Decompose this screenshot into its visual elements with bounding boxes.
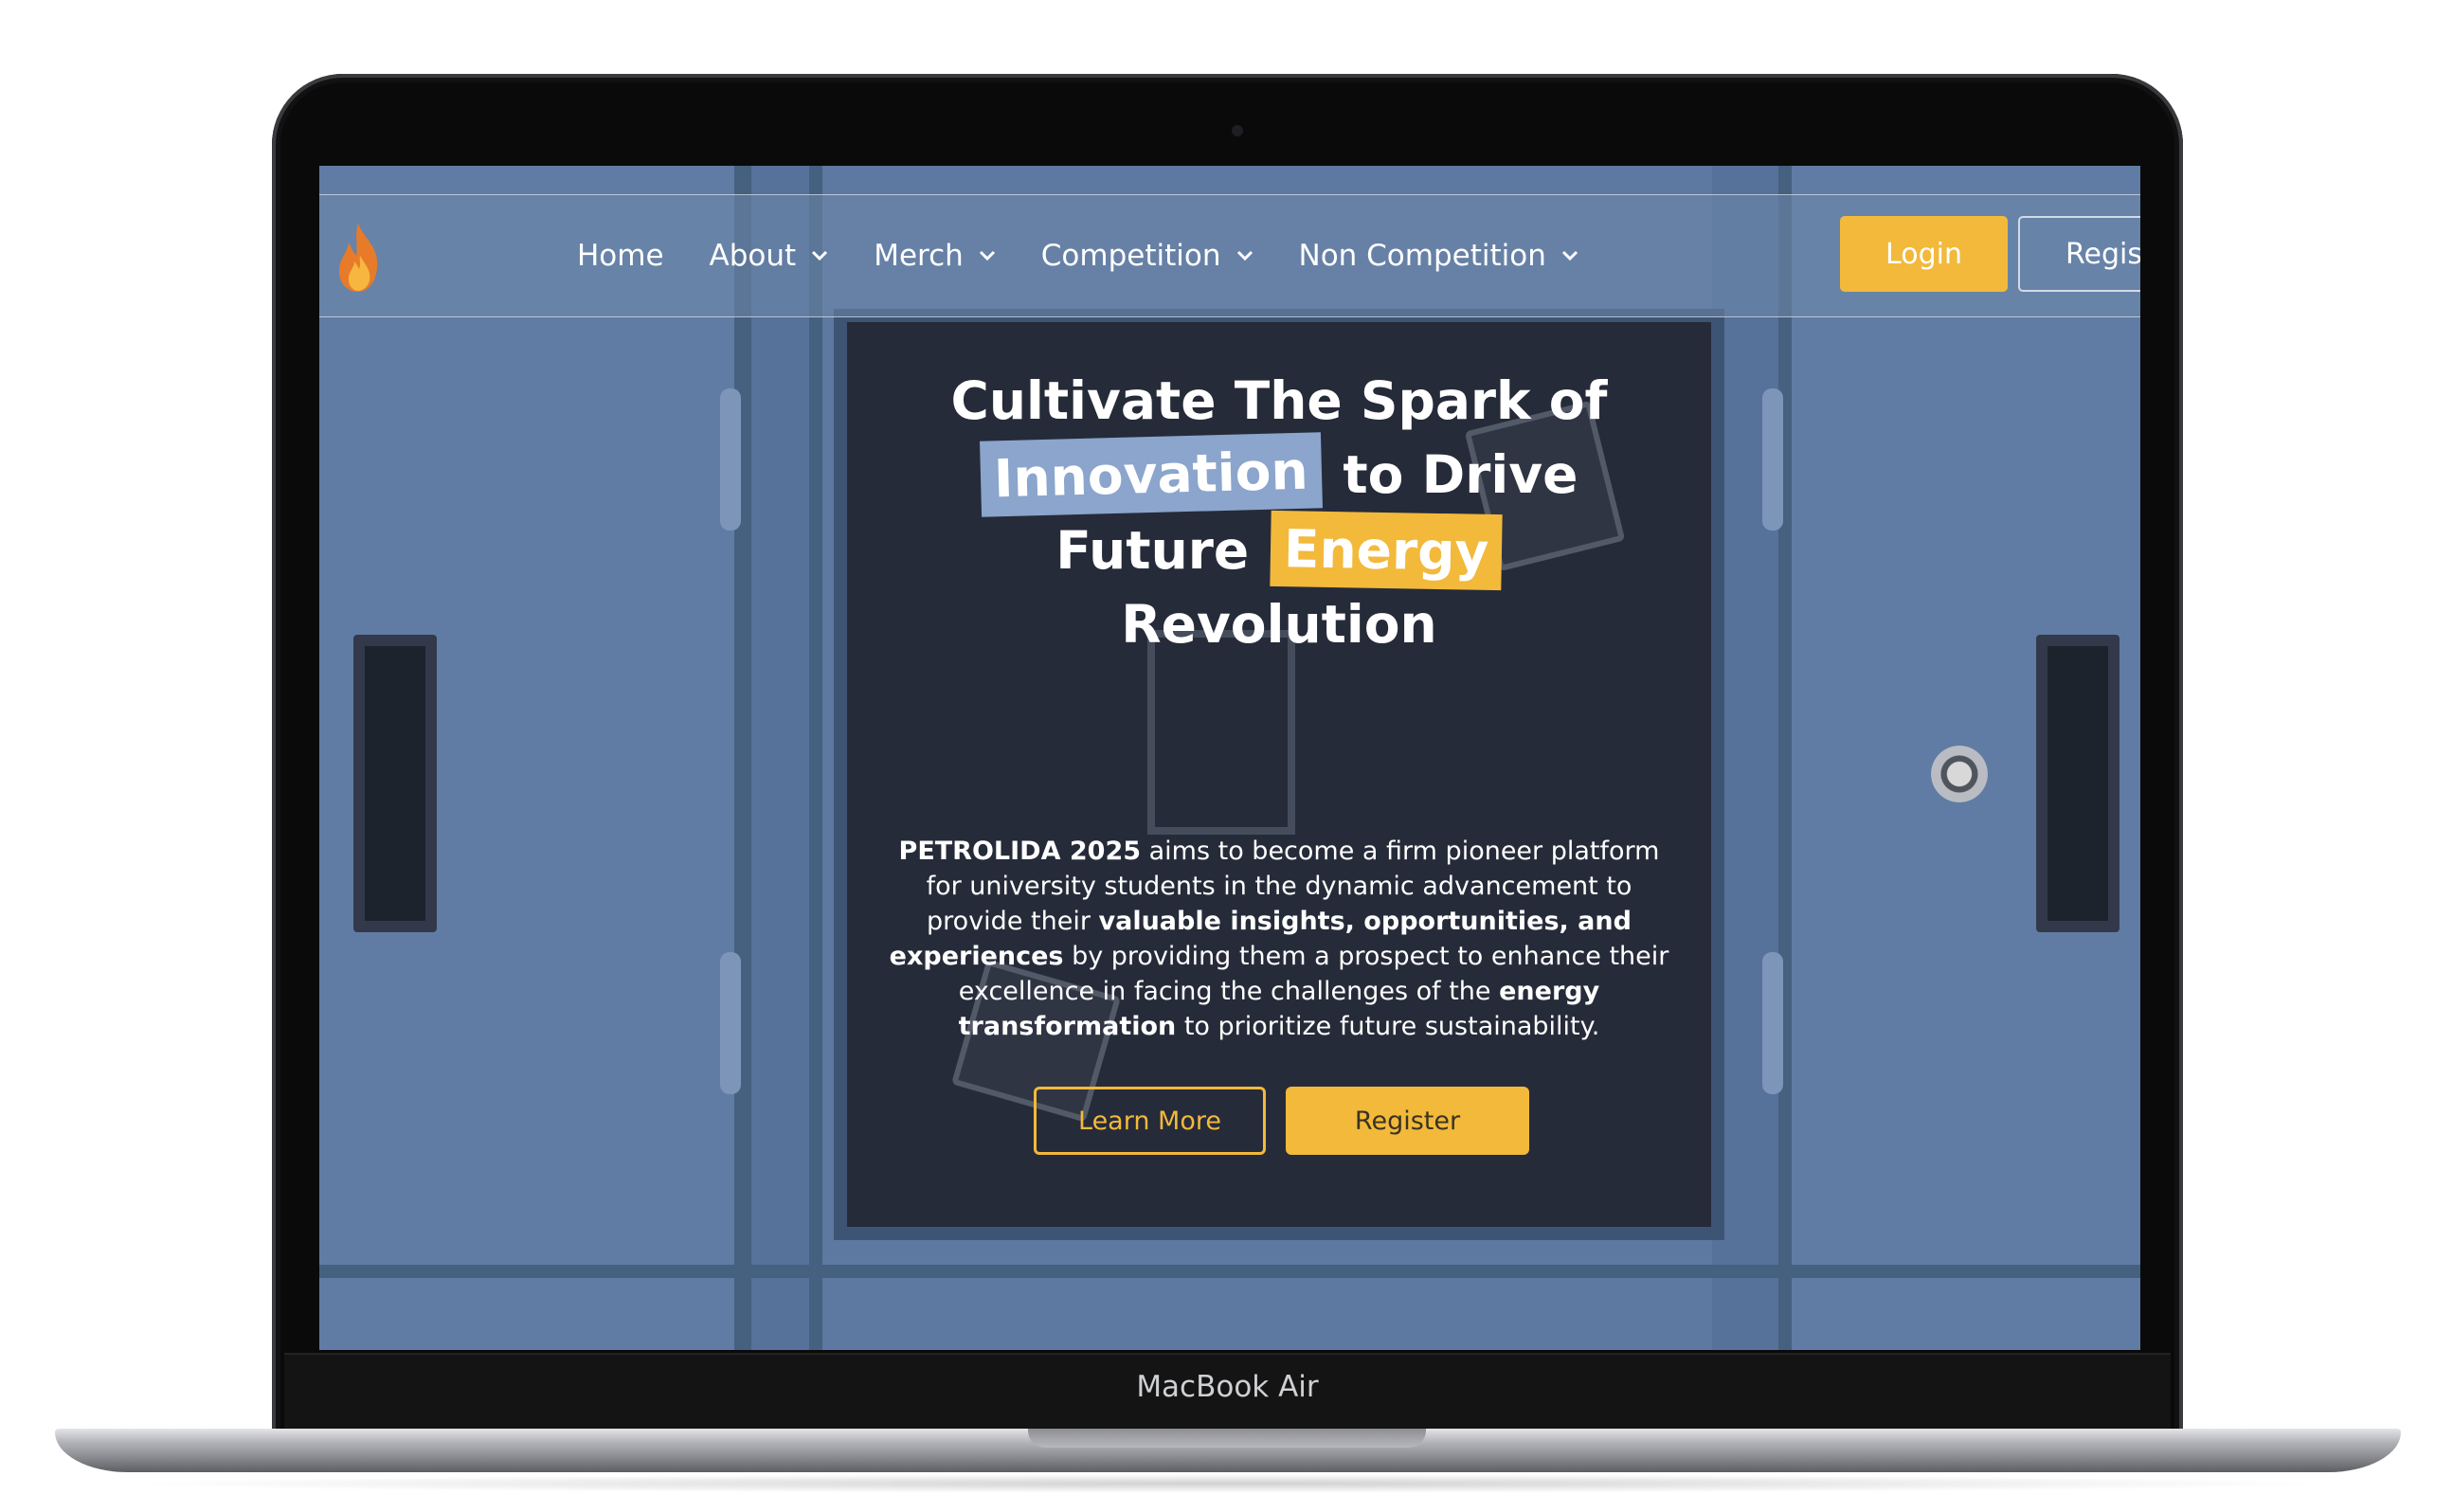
register-button[interactable]: Register bbox=[1286, 1087, 1529, 1155]
main-nav: Home About Merch Competition Non Competi… bbox=[577, 195, 1624, 316]
flame-logo-icon[interactable] bbox=[334, 222, 383, 294]
nav-non-competition[interactable]: Non Competition bbox=[1299, 239, 1578, 273]
hero-title-line2-rest: to Drive bbox=[1343, 444, 1578, 505]
laptop-notch bbox=[1028, 1429, 1426, 1448]
nav-about[interactable]: About bbox=[710, 239, 829, 273]
nav-about-label: About bbox=[709, 239, 797, 273]
hero-title-line3-start: Future bbox=[1055, 520, 1250, 581]
highlight-energy: Energy bbox=[1270, 510, 1504, 591]
lock-icon bbox=[1931, 746, 1988, 802]
nav-competition-label: Competition bbox=[1040, 239, 1221, 273]
nav-non-competition-label: Non Competition bbox=[1298, 239, 1546, 273]
laptop-shadow bbox=[114, 1474, 2340, 1493]
chevron-down-icon bbox=[812, 250, 828, 261]
camera-icon bbox=[1232, 125, 1243, 136]
chevron-down-icon bbox=[1236, 250, 1253, 261]
browser-viewport: Home About Merch Competition Non Competi… bbox=[319, 166, 2140, 1350]
hero-title-line1: Cultivate The Spark of bbox=[950, 370, 1608, 431]
hero-title-line2: Innovation to Drive bbox=[847, 432, 1711, 517]
chevron-down-icon bbox=[1561, 250, 1578, 261]
nav-competition[interactable]: Competition bbox=[1041, 239, 1254, 273]
laptop-mockup: Home About Merch Competition Non Competi… bbox=[0, 0, 2453, 1512]
nav-merch-label: Merch bbox=[874, 239, 964, 273]
register-nav-button[interactable]: Regis bbox=[2018, 216, 2140, 292]
nav-home[interactable]: Home bbox=[577, 239, 664, 273]
login-button[interactable]: Login bbox=[1840, 216, 2008, 292]
nav-home-label: Home bbox=[577, 239, 664, 273]
desc-part3: to prioritize future sustainability. bbox=[1176, 1012, 1600, 1041]
device-label: MacBook Air bbox=[1136, 1370, 1319, 1404]
learn-more-button[interactable]: Learn More bbox=[1034, 1087, 1266, 1155]
nav-merch[interactable]: Merch bbox=[874, 239, 996, 273]
highlight-innovation: Innovation bbox=[979, 432, 1323, 517]
site-header: Home About Merch Competition Non Competi… bbox=[319, 194, 2140, 317]
locker-background-image bbox=[319, 166, 2140, 1350]
hero-title-line3: Future Energy bbox=[847, 510, 1711, 591]
desc-brand: PETROLIDA 2025 bbox=[898, 837, 1142, 866]
hero-title-line4: Revolution bbox=[1121, 594, 1437, 655]
hero-title: Cultivate The Spark of Innovation to Dri… bbox=[847, 365, 1711, 660]
laptop-chin: MacBook Air bbox=[284, 1353, 2171, 1433]
chevron-down-icon bbox=[979, 250, 995, 261]
hero-description: PETROLIDA 2025 aims to become a firm pio… bbox=[888, 834, 1670, 1044]
